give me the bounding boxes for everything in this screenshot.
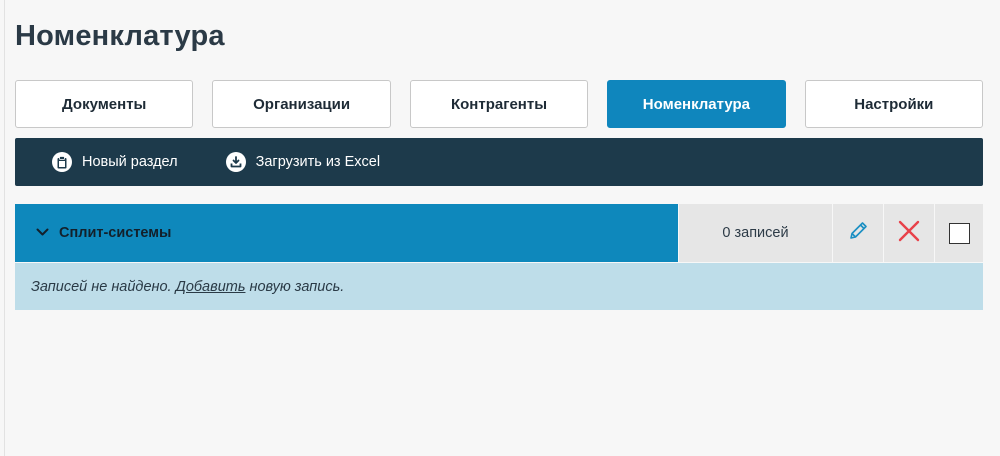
- page-title: Номенклатура: [15, 20, 225, 52]
- delete-section-button[interactable]: [884, 204, 935, 262]
- select-section-checkbox[interactable]: [948, 222, 970, 244]
- clipboard-icon: [52, 152, 72, 172]
- tab-counterparties[interactable]: Контрагенты: [409, 80, 589, 128]
- empty-state-suffix: новую запись.: [245, 278, 345, 295]
- download-icon: [225, 152, 246, 172]
- import-excel-button[interactable]: Загрузить из Excel: [225, 152, 381, 172]
- close-icon: [898, 220, 920, 247]
- empty-state-message: Записей не найдено. Добавить новую запис…: [15, 263, 983, 310]
- tab-documents[interactable]: Документы: [15, 80, 194, 128]
- import-excel-label: Загрузить из Excel: [255, 154, 381, 170]
- tab-settings[interactable]: Настройки: [804, 80, 984, 128]
- section-row: Сплит-системы 0 записей: [15, 204, 983, 262]
- record-count: 0 записей: [678, 204, 833, 262]
- pencil-icon: [847, 220, 869, 247]
- section-name-label: Сплит-системы: [59, 225, 172, 241]
- select-section-checkbox-cell: [935, 204, 983, 262]
- section-header-split-systems[interactable]: Сплит-системы: [15, 204, 678, 262]
- chevron-down-icon[interactable]: [36, 225, 49, 241]
- edit-section-button[interactable]: [833, 204, 884, 262]
- tab-organizations[interactable]: Организации: [212, 80, 391, 128]
- new-section-button[interactable]: Новый раздел: [52, 152, 178, 172]
- add-record-link[interactable]: Добавить: [176, 279, 246, 295]
- empty-state-prefix: Записей не найдено.: [31, 278, 176, 295]
- section-tabs: Документы Организации Контрагенты Номенк…: [15, 80, 984, 129]
- page-left-border: [4, 0, 5, 456]
- tab-nomenclature[interactable]: Номенклатура: [607, 80, 786, 128]
- toolbar: Новый раздел Загрузить из Excel: [15, 138, 983, 186]
- new-section-label: Новый раздел: [82, 154, 178, 170]
